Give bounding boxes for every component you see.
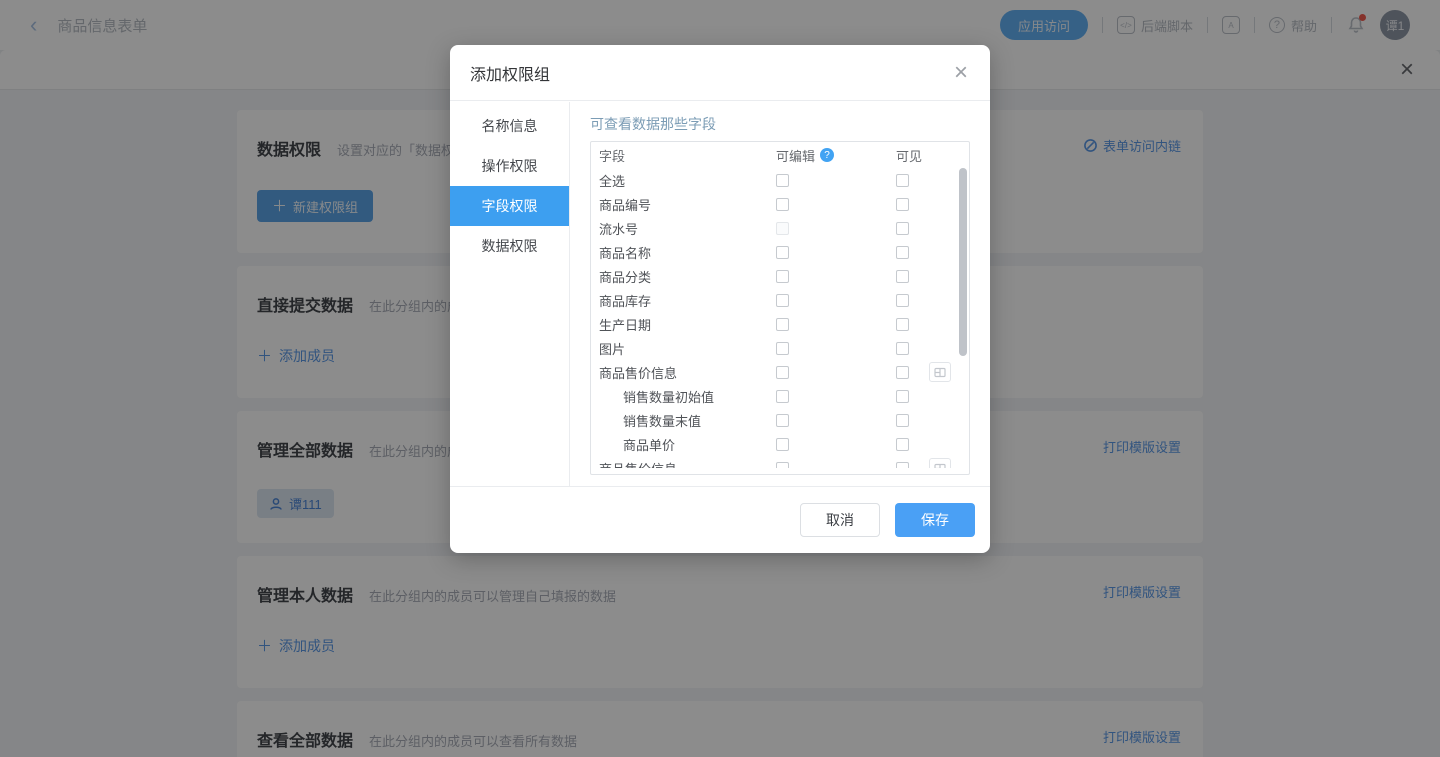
checkbox[interactable] [896, 198, 909, 211]
checkbox[interactable] [776, 462, 789, 469]
checkbox[interactable] [896, 366, 909, 379]
field-row: 生产日期 [591, 312, 969, 336]
checkbox[interactable] [776, 438, 789, 451]
field-permission-panel: 可查看数据那些字段 字段 可编辑 ? 可见 [570, 102, 990, 486]
checkbox[interactable] [776, 294, 789, 307]
dialog-tab-list: 名称信息操作权限字段权限数据权限 [450, 102, 570, 486]
field-label: 商品单价 [599, 435, 675, 454]
checkbox[interactable] [776, 198, 789, 211]
field-row: 商品编号 [591, 192, 969, 216]
checkbox[interactable] [776, 246, 789, 259]
field-label: 商品售价信息 [599, 462, 677, 469]
checkbox[interactable] [776, 318, 789, 331]
field-table-scroll-area: 字段 可编辑 ? 可见 全选商品编号流水号商品名称商品分类商品库存生产日期图片商… [591, 142, 969, 468]
checkbox[interactable] [896, 438, 909, 451]
checkbox[interactable] [896, 294, 909, 307]
checkbox[interactable] [776, 342, 789, 355]
panel-title: 可查看数据那些字段 [590, 114, 970, 134]
cancel-button[interactable]: 取消 [800, 503, 880, 537]
field-row: 图片 [591, 336, 969, 360]
field-row: 商品单价 [591, 432, 969, 456]
checkbox[interactable] [896, 318, 909, 331]
column-field-header: 字段 [591, 146, 766, 165]
field-label: 商品名称 [599, 246, 651, 261]
editable-help-icon[interactable]: ? [820, 148, 834, 162]
dialog-header: 添加权限组 [450, 45, 990, 101]
field-row: 商品名称 [591, 240, 969, 264]
tab-operation-permission[interactable]: 操作权限 [450, 146, 569, 186]
save-button[interactable]: 保存 [895, 503, 975, 537]
checkbox[interactable] [896, 414, 909, 427]
checkbox-disabled [776, 222, 789, 235]
field-table: 字段 可编辑 ? 可见 全选商品编号流水号商品名称商品分类商品库存生产日期图片商… [590, 141, 970, 475]
field-table-header: 字段 可编辑 ? 可见 [591, 142, 969, 168]
field-row: 商品售价信息 [591, 456, 969, 468]
dialog-close-icon[interactable]: × [954, 61, 968, 85]
field-label: 图片 [599, 342, 625, 357]
dialog-body: 名称信息操作权限字段权限数据权限 可查看数据那些字段 字段 可编辑 ? 可见 [450, 102, 990, 486]
tab-name-info[interactable]: 名称信息 [450, 106, 569, 146]
checkbox[interactable] [896, 174, 909, 187]
field-row: 商品售价信息 [591, 360, 969, 384]
column-visible-header: 可见 [896, 146, 922, 165]
field-label: 销售数量末值 [599, 411, 701, 430]
field-label: 商品库存 [599, 294, 651, 309]
field-label: 销售数量初始值 [599, 387, 714, 406]
checkbox[interactable] [896, 342, 909, 355]
checkbox[interactable] [776, 414, 789, 427]
tab-data-permission[interactable]: 数据权限 [450, 226, 569, 266]
tab-field-permission[interactable]: 字段权限 [450, 186, 569, 226]
checkbox[interactable] [896, 462, 909, 469]
field-row: 流水号 [591, 216, 969, 240]
field-label: 商品分类 [599, 270, 651, 285]
checkbox[interactable] [776, 270, 789, 283]
checkbox[interactable] [896, 270, 909, 283]
field-label: 全选 [599, 174, 625, 189]
checkbox[interactable] [896, 246, 909, 259]
field-row: 全选 [591, 168, 969, 192]
field-label: 商品售价信息 [599, 366, 677, 381]
checkbox[interactable] [776, 174, 789, 187]
app-page: ‹ 商品信息表单 应用访问 </> 后端脚本 A ? 帮助 [0, 0, 1440, 757]
subform-icon [934, 367, 946, 378]
field-label: 生产日期 [599, 318, 651, 333]
field-row: 销售数量初始值 [591, 384, 969, 408]
checkbox[interactable] [896, 222, 909, 235]
checkbox[interactable] [776, 390, 789, 403]
field-label: 商品编号 [599, 198, 651, 213]
scrollbar-track[interactable] [959, 144, 967, 472]
field-row: 商品库存 [591, 288, 969, 312]
subform-expand-button[interactable] [929, 458, 951, 468]
checkbox[interactable] [776, 366, 789, 379]
dialog-footer: 取消 保存 [450, 486, 990, 553]
field-row: 销售数量末值 [591, 408, 969, 432]
subform-icon [934, 463, 946, 469]
field-row: 商品分类 [591, 264, 969, 288]
column-editable-header: 可编辑 [776, 146, 815, 165]
checkbox[interactable] [896, 390, 909, 403]
scrollbar-thumb[interactable] [959, 168, 967, 356]
dialog-title: 添加权限组 [470, 61, 550, 85]
add-permission-group-dialog: 添加权限组 × 名称信息操作权限字段权限数据权限 可查看数据那些字段 字段 可编… [450, 45, 990, 553]
field-label: 流水号 [599, 222, 638, 237]
subform-expand-button[interactable] [929, 362, 951, 382]
